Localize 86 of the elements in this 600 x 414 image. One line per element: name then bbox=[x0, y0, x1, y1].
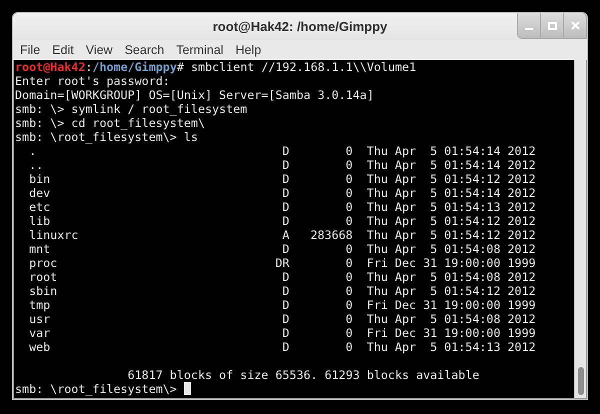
file-name: .. bbox=[29, 158, 44, 172]
file-name: web bbox=[29, 340, 52, 354]
terminal-line: Domain=[WORKGROUP] OS=[Unix] Server=[Samba 3.0.14a] bbox=[15, 88, 374, 102]
terminal-line: smb: \> cd root_filesystem\ bbox=[15, 116, 205, 130]
file-name: var bbox=[29, 326, 52, 340]
scrollbar-thumb[interactable] bbox=[578, 367, 584, 395]
file-name: root bbox=[29, 270, 58, 284]
file-name: linuxrc bbox=[29, 228, 80, 242]
file-attributes: D bbox=[281, 326, 290, 340]
file-name: etc bbox=[29, 200, 52, 214]
file-name: . bbox=[29, 144, 38, 158]
file-size: 0 bbox=[344, 214, 353, 228]
prompt-separator: : bbox=[85, 60, 92, 74]
prompt-path: /home/Gimppy bbox=[92, 60, 177, 74]
file-size: 0 bbox=[344, 270, 353, 284]
file-name: proc bbox=[29, 256, 58, 270]
file-size: 0 bbox=[344, 186, 353, 200]
terminal-line: smb: \root_filesystem\> ls bbox=[15, 130, 198, 144]
file-date: Thu Apr 5 01:54:14 2012 bbox=[366, 158, 536, 172]
file-name: bin bbox=[29, 172, 52, 186]
file-attributes: D bbox=[281, 242, 290, 256]
file-size: 0 bbox=[344, 312, 353, 326]
maximize-button[interactable] bbox=[540, 13, 564, 39]
file-name: usr bbox=[29, 312, 52, 326]
file-size: 0 bbox=[344, 242, 353, 256]
file-attributes: D bbox=[281, 340, 290, 354]
file-date: Thu Apr 5 01:54:14 2012 bbox=[366, 144, 536, 158]
terminal-line: smb: \root_filesystem\> bbox=[15, 382, 177, 396]
menu-item[interactable]: Edit bbox=[46, 43, 80, 57]
file-date: Thu Apr 5 01:54:08 2012 bbox=[366, 242, 536, 256]
file-attributes: A bbox=[281, 228, 290, 242]
file-size: 0 bbox=[344, 340, 353, 354]
file-name: dev bbox=[29, 186, 52, 200]
close-button[interactable] bbox=[563, 13, 587, 39]
file-date: Fri Dec 31 19:00:00 1999 bbox=[366, 256, 536, 270]
file-size: 0 bbox=[344, 158, 353, 172]
file-name: mnt bbox=[29, 242, 52, 256]
file-date: Thu Apr 5 01:54:13 2012 bbox=[366, 340, 536, 354]
file-attributes: D bbox=[281, 284, 290, 298]
file-date: Fri Dec 31 19:00:00 1999 bbox=[366, 326, 536, 340]
file-date: Thu Apr 5 01:54:08 2012 bbox=[366, 270, 536, 284]
menu-item[interactable]: View bbox=[80, 43, 119, 57]
menu-item[interactable]: Help bbox=[229, 43, 268, 57]
file-attributes: D bbox=[281, 186, 290, 200]
maximize-icon bbox=[548, 22, 556, 30]
file-date: Fri Dec 31 19:00:00 1999 bbox=[366, 298, 536, 312]
file-size: 283668 bbox=[309, 228, 353, 242]
minimize-icon bbox=[525, 28, 533, 30]
file-size: 0 bbox=[344, 256, 353, 270]
file-size: 0 bbox=[344, 284, 353, 298]
file-date: Thu Apr 5 01:54:12 2012 bbox=[366, 228, 536, 242]
menu-item[interactable]: File bbox=[14, 43, 46, 57]
close-icon bbox=[570, 21, 580, 30]
file-attributes: D bbox=[281, 298, 290, 312]
command-text: # smbclient //192.168.1.1\\Volume1 bbox=[176, 60, 416, 74]
file-attributes: D bbox=[281, 144, 290, 158]
file-name: sbin bbox=[29, 284, 58, 298]
file-attributes: D bbox=[281, 200, 290, 214]
file-size: 0 bbox=[344, 172, 353, 186]
window-title: root@Hak42: /home/Gimppy bbox=[212, 19, 388, 34]
minimize-button[interactable] bbox=[517, 13, 541, 39]
file-attributes: D bbox=[281, 312, 290, 326]
file-date: Thu Apr 5 01:54:08 2012 bbox=[366, 312, 536, 326]
file-name: lib bbox=[29, 214, 52, 228]
file-date: Thu Apr 5 01:54:12 2012 bbox=[366, 172, 536, 186]
file-size: 0 bbox=[344, 326, 353, 340]
prompt-user-host: root@Hak42 bbox=[15, 60, 86, 74]
file-date: Thu Apr 5 01:54:12 2012 bbox=[366, 214, 536, 228]
file-size: 0 bbox=[344, 200, 353, 214]
file-attributes: D bbox=[281, 214, 290, 228]
file-size: 0 bbox=[344, 144, 353, 158]
file-date: Thu Apr 5 01:54:12 2012 bbox=[366, 284, 536, 298]
scrollbar[interactable] bbox=[574, 60, 586, 398]
menu-item[interactable]: Terminal bbox=[170, 43, 230, 57]
file-name: tmp bbox=[29, 298, 52, 312]
file-attributes: D bbox=[281, 172, 290, 186]
terminal-line: Enter root's password: bbox=[15, 74, 170, 88]
file-date: Thu Apr 5 01:54:14 2012 bbox=[366, 186, 536, 200]
file-size: 0 bbox=[344, 298, 353, 312]
menu-item[interactable]: Search bbox=[118, 43, 170, 57]
terminal-line: smb: \> symlink / root_filesystem bbox=[15, 102, 248, 116]
file-attributes: D bbox=[281, 270, 290, 284]
file-attributes: D bbox=[281, 158, 290, 172]
terminal-line: 61817 blocks of size 65536. 61293 blocks available bbox=[128, 368, 480, 382]
file-attributes: DR bbox=[275, 256, 290, 270]
file-date: Thu Apr 5 01:54:13 2012 bbox=[366, 200, 536, 214]
